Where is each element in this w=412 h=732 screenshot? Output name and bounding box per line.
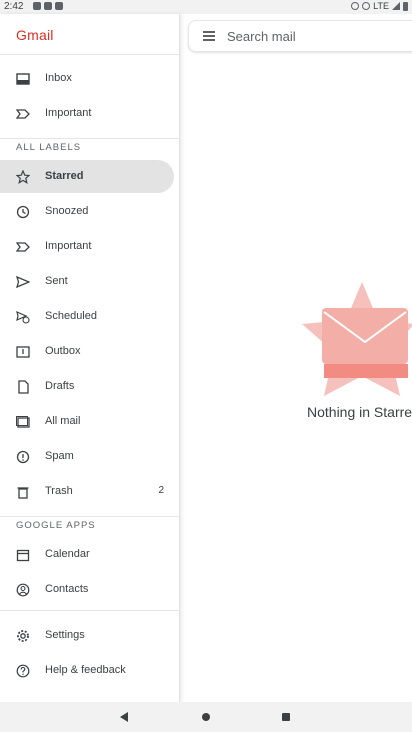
divider <box>0 54 179 55</box>
drawer-item-label: Trash <box>45 485 73 497</box>
battery-icon <box>403 1 408 11</box>
drawer-item-snoozed[interactable]: Snoozed <box>0 195 174 228</box>
drawer-item-label: Calendar <box>45 548 90 560</box>
drawer-item-label: All mail <box>45 415 81 427</box>
drawer-item-starred[interactable]: Starred <box>0 160 174 193</box>
drawer-item-label: Drafts <box>45 380 75 392</box>
all-mail-icon <box>16 415 30 429</box>
inbox-icon <box>16 72 30 86</box>
notification-icon <box>33 2 41 10</box>
notification-icon <box>44 2 52 10</box>
section-header-all-labels: ALL LABELS <box>16 142 82 153</box>
mail-list-area: Search mail Nothing in Starre <box>180 14 412 702</box>
drawer-item-label: Starred <box>45 170 84 182</box>
drawer-item-important-label[interactable]: Important <box>0 230 174 263</box>
drawer-item-all-mail[interactable]: All mail <box>0 405 174 438</box>
drawer-item-sent[interactable]: Sent <box>0 265 174 298</box>
back-button-icon[interactable] <box>120 712 128 722</box>
divider <box>0 516 179 517</box>
clock-icon <box>16 205 30 219</box>
drawer-item-outbox[interactable]: Outbox <box>0 335 174 368</box>
drawer-item-label: Help & feedback <box>45 664 126 676</box>
notification-icon <box>55 2 63 10</box>
send-icon <box>16 275 30 289</box>
section-header-google-apps: GOOGLE APPS <box>16 520 96 531</box>
drawer-item-label: Outbox <box>45 345 81 357</box>
alarm-icon <box>351 2 360 10</box>
trash-count-badge: 2 <box>158 485 164 496</box>
drawer-item-label: Scheduled <box>45 310 97 322</box>
drawer-item-contacts[interactable]: Contacts <box>0 573 174 606</box>
contacts-icon <box>16 583 30 597</box>
status-bar: 2:42 LTE <box>0 0 412 14</box>
gear-icon <box>16 629 30 643</box>
drawer-item-label: Important <box>45 240 92 252</box>
system-nav-bar <box>0 702 412 732</box>
home-button-icon[interactable] <box>202 713 210 721</box>
divider <box>0 138 179 139</box>
help-icon <box>16 664 30 678</box>
important-icon <box>16 240 30 254</box>
empty-mailbox-illustration <box>302 282 412 396</box>
status-right: LTE <box>351 1 408 11</box>
network-type: LTE <box>373 1 389 11</box>
search-bar[interactable]: Search mail <box>188 20 412 52</box>
drawer-item-label: Inbox <box>45 72 72 84</box>
important-icon <box>16 107 30 121</box>
drawer-item-label: Sent <box>45 275 68 287</box>
calendar-icon <box>16 548 30 562</box>
divider <box>0 610 179 611</box>
drawer-item-label: Contacts <box>45 583 89 595</box>
signal-icon <box>392 2 400 10</box>
status-time: 2:42 <box>4 1 24 12</box>
spam-icon <box>16 450 30 464</box>
drawer-item-label: Spam <box>45 450 74 462</box>
menu-icon[interactable] <box>203 31 215 41</box>
search-placeholder: Search mail <box>227 29 296 44</box>
drawer-item-drafts[interactable]: Drafts <box>0 370 174 403</box>
gmail-logo: Gmail <box>16 27 54 43</box>
recents-button-icon[interactable] <box>282 713 290 721</box>
drawer-item-trash[interactable]: Trash 2 <box>0 475 174 508</box>
outbox-icon <box>16 345 30 359</box>
navigation-drawer: Gmail Inbox Important ALL LABELS Starred… <box>0 14 180 702</box>
drawer-item-inbox[interactable]: Inbox <box>0 62 174 95</box>
drawer-item-scheduled[interactable]: Scheduled <box>0 300 174 333</box>
drawer-item-label: Settings <box>45 629 85 641</box>
drawer-item-calendar[interactable]: Calendar <box>0 538 174 571</box>
drawer-item-important[interactable]: Important <box>0 97 174 130</box>
scheduled-icon <box>16 310 30 324</box>
draft-icon <box>16 380 30 394</box>
notification-icons <box>33 2 63 10</box>
drawer-item-label: Snoozed <box>45 205 89 217</box>
trash-icon <box>16 485 30 499</box>
drawer-item-settings[interactable]: Settings <box>0 619 174 652</box>
drawer-item-spam[interactable]: Spam <box>0 440 174 473</box>
drawer-item-label: Important <box>45 107 92 119</box>
dnd-icon <box>362 2 371 10</box>
star-icon <box>16 170 30 184</box>
empty-state-message: Nothing in Starre <box>307 404 412 420</box>
drawer-item-help-feedback[interactable]: Help & feedback <box>0 654 174 687</box>
